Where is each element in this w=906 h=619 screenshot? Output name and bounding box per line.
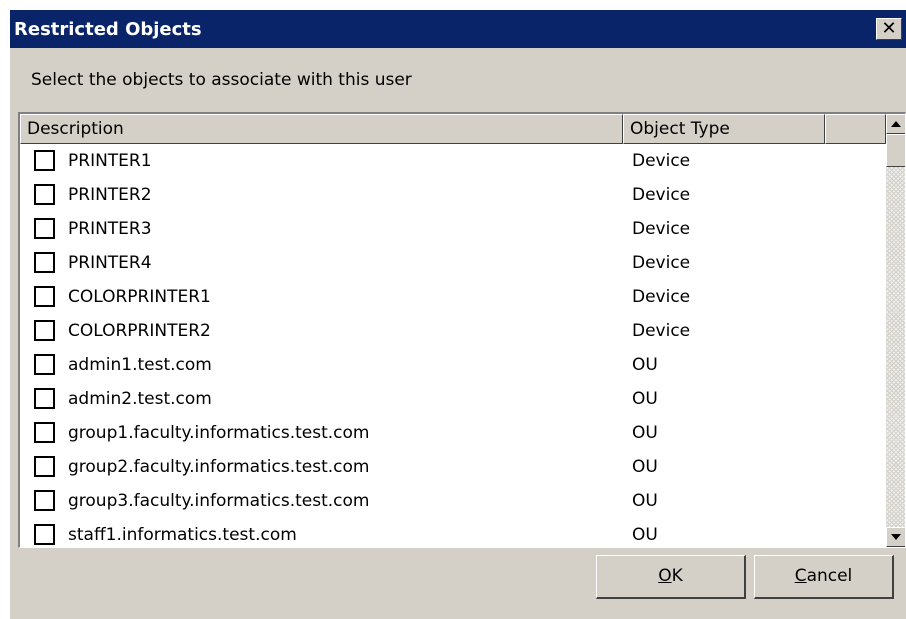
row-object-type: OU: [632, 457, 658, 477]
scroll-thumb[interactable]: [886, 134, 905, 167]
row-checkbox[interactable]: [34, 422, 55, 443]
row-checkbox[interactable]: [34, 218, 55, 239]
row-checkbox[interactable]: [34, 252, 55, 273]
row-description: admin1.test.com: [68, 355, 212, 375]
row-description: staff1.informatics.test.com: [68, 525, 297, 545]
list-row[interactable]: group1.faculty.informatics.test.com OU: [20, 416, 886, 450]
row-description: COLORPRINTER2: [68, 321, 211, 341]
row-object-type: Device: [632, 253, 691, 273]
arrow-down-icon: [891, 534, 901, 540]
close-icon: ✕: [881, 18, 897, 39]
scroll-up-button[interactable]: [886, 114, 905, 134]
row-description: admin2.test.com: [68, 389, 212, 409]
list-row[interactable]: admin1.test.com OU: [20, 348, 886, 382]
cancel-button[interactable]: Cancel: [754, 555, 894, 599]
row-description: group1.faculty.informatics.test.com: [68, 423, 370, 443]
row-checkbox[interactable]: [34, 490, 55, 511]
dialog-title: Restricted Objects: [14, 19, 202, 40]
row-description: COLORPRINTER1: [68, 287, 211, 307]
row-description: PRINTER1: [68, 151, 152, 171]
row-checkbox[interactable]: [34, 320, 55, 341]
list-row[interactable]: group3.faculty.informatics.test.com OU: [20, 484, 886, 518]
row-checkbox[interactable]: [34, 354, 55, 375]
row-description: group3.faculty.informatics.test.com: [68, 491, 370, 511]
row-description: PRINTER3: [68, 219, 152, 239]
list-rows: PRINTER1 Device PRINTER2 Device PRINTER3 Devi…: [20, 144, 886, 547]
cancel-accelerator: C: [794, 566, 807, 586]
column-header-object-type[interactable]: Object Type: [623, 114, 825, 144]
row-object-type: OU: [632, 423, 658, 443]
row-checkbox[interactable]: [34, 184, 55, 205]
column-header-description[interactable]: Description: [20, 114, 623, 144]
row-checkbox[interactable]: [34, 524, 55, 545]
row-object-type: OU: [632, 491, 658, 511]
ok-button[interactable]: OK: [596, 555, 746, 599]
row-object-type: Device: [632, 185, 691, 205]
scroll-down-button[interactable]: [886, 527, 905, 547]
row-description: PRINTER2: [68, 185, 152, 205]
row-object-type: OU: [632, 355, 658, 375]
row-checkbox[interactable]: [34, 286, 55, 307]
restricted-objects-dialog: Restricted Objects ✕ Select the objects …: [10, 10, 906, 619]
list-row[interactable]: PRINTER3 Device: [20, 212, 886, 246]
row-object-type: OU: [632, 389, 658, 409]
row-object-type: Device: [632, 321, 691, 341]
objects-list[interactable]: Description Object Type PRINTER1 Device PR…: [18, 112, 906, 548]
ok-label-rest: K: [671, 566, 683, 586]
list-row[interactable]: admin2.test.com OU: [20, 382, 886, 416]
row-checkbox[interactable]: [34, 456, 55, 477]
title-bar[interactable]: Restricted Objects ✕: [10, 10, 906, 48]
row-object-type: OU: [632, 525, 658, 545]
close-button[interactable]: ✕: [876, 18, 902, 40]
row-checkbox[interactable]: [34, 388, 55, 409]
column-header-blank[interactable]: [825, 114, 886, 144]
row-description: PRINTER4: [68, 253, 152, 273]
ok-accelerator: O: [658, 566, 672, 586]
list-row[interactable]: PRINTER1 Device: [20, 144, 886, 178]
list-row[interactable]: staff1.informatics.test.com OU: [20, 518, 886, 547]
list-row[interactable]: PRINTER4 Device: [20, 246, 886, 280]
list-row[interactable]: group2.faculty.informatics.test.com OU: [20, 450, 886, 484]
cancel-label-rest: ancel: [806, 566, 853, 586]
row-checkbox[interactable]: [34, 150, 55, 171]
list-row[interactable]: COLORPRINTER1 Device: [20, 280, 886, 314]
row-object-type: Device: [632, 287, 691, 307]
vertical-scrollbar[interactable]: [886, 114, 905, 547]
list-row[interactable]: COLORPRINTER2 Device: [20, 314, 886, 348]
row-description: group2.faculty.informatics.test.com: [68, 457, 370, 477]
row-object-type: Device: [632, 151, 691, 171]
instruction-text: Select the objects to associate with thi…: [31, 70, 412, 90]
arrow-up-icon: [891, 121, 901, 127]
list-row[interactable]: PRINTER2 Device: [20, 178, 886, 212]
row-object-type: Device: [632, 219, 691, 239]
